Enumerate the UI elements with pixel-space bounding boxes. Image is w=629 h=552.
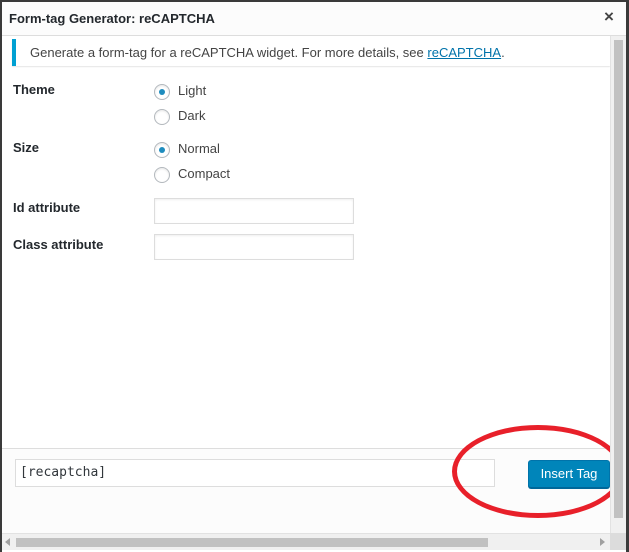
vertical-scrollbar[interactable] bbox=[610, 36, 626, 533]
dialog-title: Form-tag Generator: reCAPTCHA bbox=[9, 11, 215, 26]
form-tag-generator-dialog: Form-tag Generator: reCAPTCHA × Generate… bbox=[0, 0, 629, 552]
theme-light-label[interactable]: Light bbox=[178, 83, 206, 98]
recaptcha-link[interactable]: reCAPTCHA bbox=[427, 45, 501, 60]
notice-text: Generate a form-tag for a reCAPTCHA widg… bbox=[30, 45, 428, 60]
class-attribute-input[interactable] bbox=[154, 234, 354, 260]
scroll-left-icon[interactable] bbox=[5, 538, 10, 546]
tag-output-field[interactable]: [recaptcha] bbox=[15, 459, 495, 487]
dialog-titlebar: Form-tag Generator: reCAPTCHA × bbox=[2, 2, 626, 36]
scroll-right-icon[interactable] bbox=[600, 538, 605, 546]
notice-suffix: . bbox=[501, 45, 505, 60]
scrollbar-corner bbox=[610, 533, 626, 550]
id-attribute-input[interactable] bbox=[154, 198, 354, 224]
size-compact-radio[interactable] bbox=[154, 167, 170, 183]
theme-dark-label[interactable]: Dark bbox=[178, 108, 205, 123]
insert-tag-button[interactable]: Insert Tag bbox=[528, 460, 610, 488]
horizontal-scrollbar[interactable] bbox=[2, 533, 610, 550]
vertical-scrollbar-thumb[interactable] bbox=[614, 40, 623, 518]
size-label: Size bbox=[13, 140, 40, 155]
theme-light-radio[interactable] bbox=[154, 84, 170, 100]
dialog-footer: [recaptcha] Insert Tag bbox=[2, 448, 610, 534]
close-icon[interactable]: × bbox=[600, 8, 618, 26]
class-attribute-label: Class attribute bbox=[13, 237, 104, 252]
horizontal-scrollbar-thumb[interactable] bbox=[16, 538, 488, 547]
theme-label: Theme bbox=[13, 82, 55, 97]
size-compact-label[interactable]: Compact bbox=[178, 166, 230, 181]
theme-dark-radio[interactable] bbox=[154, 109, 170, 125]
size-normal-label[interactable]: Normal bbox=[178, 141, 220, 156]
id-attribute-label: Id attribute bbox=[13, 200, 81, 215]
size-normal-radio[interactable] bbox=[154, 142, 170, 158]
info-notice: Generate a form-tag for a reCAPTCHA widg… bbox=[12, 39, 610, 66]
